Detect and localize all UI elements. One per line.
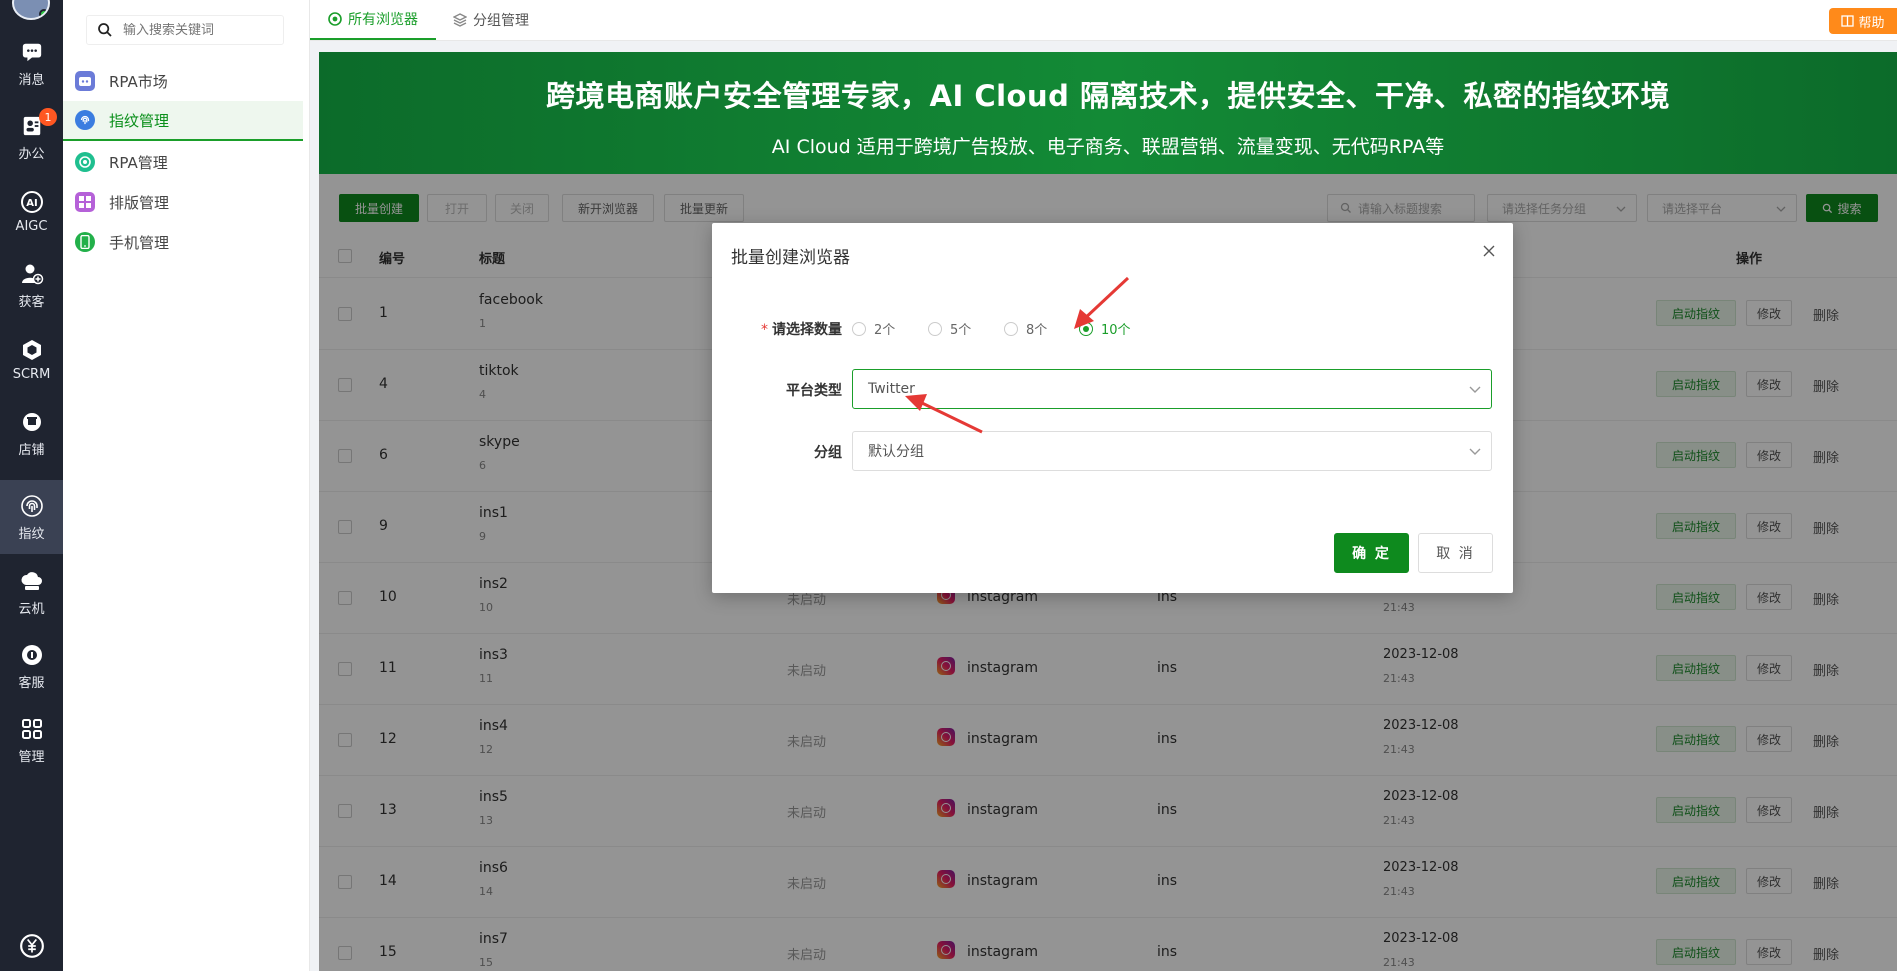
- rail-item-messages[interactable]: 消息: [0, 26, 63, 100]
- batch-create-dialog: 批量创建浏览器 * 请选择数量 2个 5个 8个 10个 平台类型 Twitter…: [712, 223, 1513, 593]
- rail-item-manage[interactable]: 管理: [0, 703, 63, 777]
- group-select[interactable]: 默认分组: [852, 431, 1492, 471]
- book-icon: [1841, 15, 1855, 27]
- fingerprint-icon: [75, 110, 95, 130]
- top-tab-bar: 所有浏览器 分组管理 帮助: [310, 0, 1897, 41]
- sidebar-search-input[interactable]: [123, 22, 273, 38]
- rail-item-store[interactable]: 店铺: [0, 396, 63, 470]
- quantity-option-8[interactable]: 8个: [1004, 319, 1047, 338]
- yuan-coin-icon: [19, 933, 45, 959]
- ai-icon: AI: [19, 189, 45, 215]
- confirm-button[interactable]: 确 定: [1334, 533, 1409, 573]
- left-rail: 消息 办公 1 AI AIGC 获客 SCRM 店铺 指纹 云机 客服 管理: [0, 0, 63, 971]
- promo-banner: 跨境电商账户安全管理专家，AI Cloud 隔离技术，提供安全、干净、私密的指纹…: [319, 52, 1897, 174]
- online-status-dot: [39, 9, 48, 18]
- cube-icon: [19, 337, 45, 363]
- layers-icon: [453, 13, 467, 27]
- avatar[interactable]: [12, 0, 50, 20]
- quantity-option-5[interactable]: 5个: [928, 319, 971, 338]
- close-icon[interactable]: [1479, 241, 1499, 261]
- platform-type-select[interactable]: Twitter: [852, 369, 1492, 409]
- secondary-sidebar: RPA市场 指纹管理 RPA管理 排版管理 手机管理: [63, 0, 310, 971]
- rail-item-service[interactable]: 客服: [0, 629, 63, 703]
- platform-type-label: 平台类型: [786, 383, 842, 399]
- grid-icon: [75, 192, 95, 212]
- dialog-title: 批量创建浏览器: [731, 248, 850, 268]
- sidebar-item-rpa-market[interactable]: RPA市场: [63, 61, 303, 101]
- chevron-down-icon: [1469, 445, 1481, 461]
- banner-title: 跨境电商账户安全管理专家，AI Cloud 隔离技术，提供安全、干净、私密的指纹…: [546, 79, 1670, 113]
- notification-badge: 1: [39, 108, 57, 126]
- sidebar-search[interactable]: [86, 15, 284, 45]
- tab-all-browsers[interactable]: 所有浏览器: [310, 0, 436, 40]
- chevron-down-icon: [1469, 383, 1481, 399]
- sidebar-item-phone[interactable]: 手机管理: [63, 222, 303, 262]
- rail-item-billing[interactable]: [0, 920, 63, 971]
- rail-item-office[interactable]: 办公 1: [0, 100, 63, 174]
- apps-grid-icon: [19, 716, 45, 742]
- rail-item-cloud[interactable]: 云机: [0, 555, 63, 629]
- quantity-option-2[interactable]: 2个: [852, 319, 895, 338]
- rail-item-scrm[interactable]: SCRM: [0, 322, 63, 396]
- tab-group-manage[interactable]: 分组管理: [435, 0, 547, 40]
- target-icon: [75, 152, 95, 172]
- rail-item-aigc[interactable]: AI AIGC: [0, 174, 63, 248]
- store-icon: [19, 409, 45, 435]
- group-label: 分组: [814, 445, 842, 461]
- phone-icon: [75, 232, 95, 252]
- svg-text:AI: AI: [26, 198, 37, 209]
- quantity-label: * 请选择数量: [761, 322, 842, 338]
- fingerprint-icon: [19, 493, 45, 519]
- headset-icon: [19, 642, 45, 668]
- sidebar-item-rpa-manage[interactable]: RPA管理: [63, 142, 303, 182]
- sidebar-item-fingerprint[interactable]: 指纹管理: [63, 101, 303, 141]
- robot-icon: [75, 71, 95, 91]
- quantity-option-10[interactable]: 10个: [1079, 319, 1131, 338]
- sidebar-item-layout[interactable]: 排版管理: [63, 182, 303, 222]
- cancel-button[interactable]: 取 消: [1418, 533, 1493, 573]
- rail-item-acquire[interactable]: 获客: [0, 248, 63, 322]
- browser-icon: [328, 12, 342, 26]
- search-icon: [87, 22, 123, 38]
- cloud-device-icon: [19, 568, 45, 594]
- banner-subtitle: AI Cloud 适用于跨境广告投放、电子商务、联盟营销、流量变现、无代码RPA…: [771, 136, 1445, 158]
- user-add-icon: [19, 261, 45, 287]
- rail-item-fingerprint[interactable]: 指纹: [0, 480, 63, 554]
- help-button[interactable]: 帮助: [1829, 8, 1897, 34]
- chat-icon: [19, 39, 45, 65]
